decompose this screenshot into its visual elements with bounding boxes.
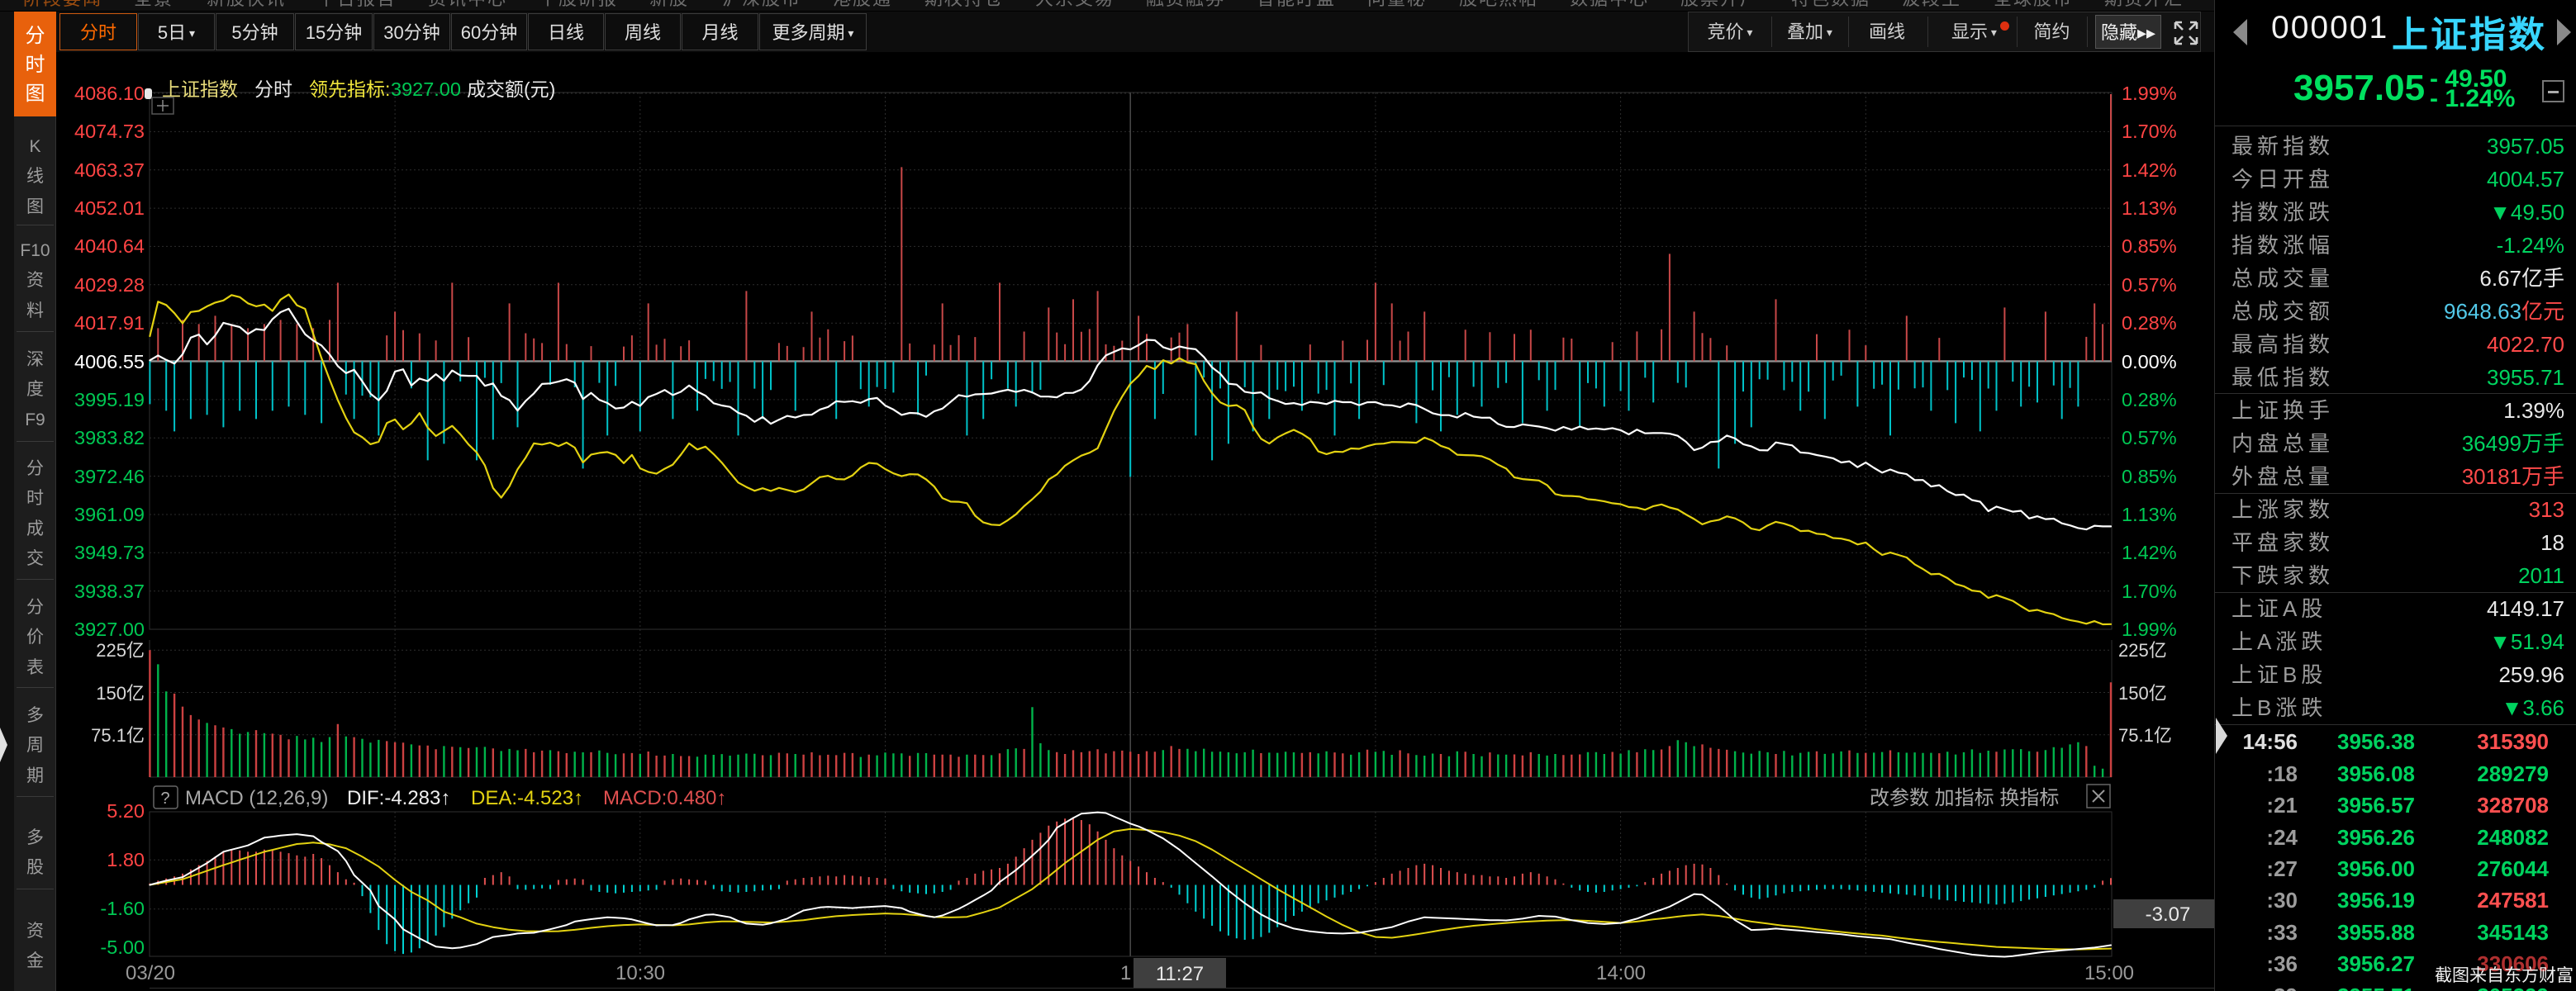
svg-text:0.85%: 0.85% [2122,235,2177,257]
svg-text:75.1亿: 75.1亿 [91,725,145,746]
svg-text:0.57%: 0.57% [2122,427,2177,448]
svg-text:上证指数: 上证指数 [162,78,238,100]
svg-text:3961.09: 3961.09 [74,504,145,525]
svg-text:4063.37: 4063.37 [74,159,145,181]
svg-text:1.70%: 1.70% [2122,581,2177,602]
svg-text:1.70%: 1.70% [2122,121,2177,142]
svg-text:1.42%: 1.42% [2122,159,2177,181]
svg-text:0.28%: 0.28% [2122,312,2177,334]
svg-text:DIF:-4.283↑: DIF:-4.283↑ [347,787,450,809]
svg-text:225亿: 225亿 [96,640,145,661]
svg-text:改参数 加指标 换指标: 改参数 加指标 换指标 [1870,787,2059,809]
svg-text:75.1亿: 75.1亿 [2118,725,2172,746]
svg-text:4006.55: 4006.55 [74,351,145,372]
svg-text:4052.01: 4052.01 [74,197,145,219]
svg-text:0.85%: 0.85% [2122,466,2177,487]
svg-text:3995.19: 3995.19 [74,389,145,410]
svg-text:225亿: 225亿 [2118,640,2167,661]
svg-text:-1.60: -1.60 [100,898,145,919]
svg-text:1.99%: 1.99% [2122,83,2177,104]
svg-text:4029.28: 4029.28 [74,274,145,296]
svg-text:-5.00: -5.00 [100,936,145,958]
svg-text:4074.73: 4074.73 [74,121,145,142]
svg-text:4040.64: 4040.64 [74,235,145,257]
svg-text:15:00: 15:00 [2084,962,2134,984]
svg-text:03/20: 03/20 [126,962,175,984]
svg-text:3927.00: 3927.00 [391,78,461,100]
svg-text:1.99%: 1.99% [2122,619,2177,640]
svg-text:DEA:-4.523↑: DEA:-4.523↑ [471,787,583,809]
svg-text:3927.00: 3927.00 [74,619,145,640]
svg-text:14:00: 14:00 [1596,962,1646,984]
svg-text:3983.82: 3983.82 [74,427,145,448]
svg-text:150亿: 150亿 [96,683,145,704]
svg-text:1.80: 1.80 [107,849,145,870]
svg-text:1: 1 [1120,962,1131,984]
svg-text:4017.91: 4017.91 [74,312,145,334]
svg-text:1.13%: 1.13% [2122,504,2177,525]
svg-text:1.42%: 1.42% [2122,542,2177,563]
svg-text:3938.37: 3938.37 [74,581,145,602]
svg-text:成交额(元): 成交额(元) [467,78,555,100]
svg-text:11:27: 11:27 [1156,963,1204,985]
svg-text:领先指标:: 领先指标: [309,78,390,100]
svg-text:?: ? [160,789,169,808]
svg-text:150亿: 150亿 [2118,683,2167,704]
svg-text:MACD:0.480↑: MACD:0.480↑ [603,787,726,809]
svg-text:5.20: 5.20 [107,800,145,822]
svg-text:4086.10: 4086.10 [74,83,145,104]
svg-text:3972.46: 3972.46 [74,466,145,487]
svg-text:1.13%: 1.13% [2122,197,2177,219]
svg-text:0.57%: 0.57% [2122,274,2177,296]
svg-text:MACD (12,26,9): MACD (12,26,9) [185,787,328,809]
svg-text:0.28%: 0.28% [2122,389,2177,410]
svg-text:0.00%: 0.00% [2122,351,2177,372]
svg-text:分时: 分时 [254,78,292,100]
svg-text:-3.07: -3.07 [2146,903,2191,926]
svg-text:10:30: 10:30 [615,962,665,984]
svg-text:3949.73: 3949.73 [74,542,145,563]
